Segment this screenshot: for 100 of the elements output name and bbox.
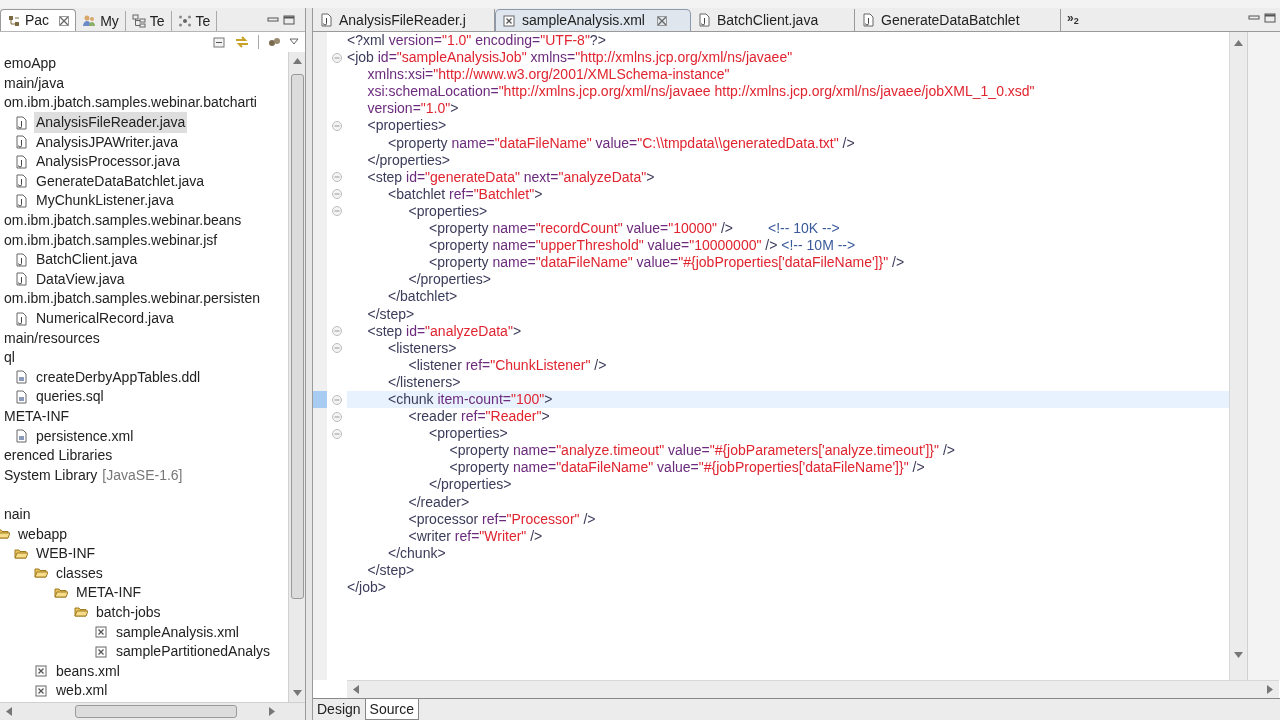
code-line: </properties> xyxy=(366,151,450,168)
code-line: <chunk item-count="100"> xyxy=(387,390,553,407)
code-line: <properties> xyxy=(428,425,508,442)
code-line: <property name="dataFileName" value="#{jobProperties['dataFileName']}" /> xyxy=(428,254,905,271)
tree-item[interactable]: beans.xml xyxy=(54,660,122,682)
minimize-icon[interactable] xyxy=(1248,13,1260,23)
tree-item[interactable]: classes xyxy=(54,562,105,584)
maximize-icon[interactable] xyxy=(283,15,295,25)
tree-item[interactable]: GenerateDataBatchlet.java xyxy=(34,170,207,192)
xml-file-icon xyxy=(94,644,108,659)
scroll-down-icon[interactable] xyxy=(292,690,302,696)
tree-item[interactable]: om.ibm.jbatch.samples.webinar.persisten xyxy=(2,288,262,310)
folder-icon xyxy=(74,605,88,620)
code-line: <step id="analyzeData"> xyxy=(366,322,522,339)
xml-file-icon xyxy=(94,625,108,639)
tree-item[interactable]: sampleAnalysis.xml xyxy=(114,621,241,643)
scroll-thumb[interactable] xyxy=(290,74,304,599)
tree-item[interactable]: META-INF xyxy=(2,406,72,427)
folder-icon xyxy=(14,546,28,561)
tree-item[interactable]: System Library xyxy=(2,464,100,486)
horizontal-scrollbar[interactable] xyxy=(347,680,1279,698)
scroll-thumb[interactable] xyxy=(75,705,237,718)
tree-item[interactable]: om.ibm.jbatch.samples.webinar.beans xyxy=(2,210,244,232)
code-line: <writer ref="Writer" /> xyxy=(407,527,543,544)
scroll-up-icon[interactable] xyxy=(292,58,302,64)
file-icon xyxy=(14,193,28,208)
scroll-down-icon[interactable] xyxy=(1234,652,1243,658)
editor-mode-tab[interactable]: Source xyxy=(364,699,419,720)
tree-item[interactable]: AnalysisProcessor.java xyxy=(34,151,182,173)
vertical-scrollbar[interactable] xyxy=(288,52,305,702)
vertical-scrollbar[interactable] xyxy=(1229,32,1247,680)
code-line: </reader> xyxy=(407,493,470,510)
editor-tab[interactable]: AnalysisFileReader.j xyxy=(313,9,495,31)
tree-item[interactable]: AnalysisFileReader.java xyxy=(34,112,188,134)
tree-item[interactable]: createDerbyAppTables.ddl xyxy=(34,366,203,388)
more-tabs-indicator[interactable]: »$_{2}$ xyxy=(1067,9,1079,27)
code-line: <processor ref="Processor" /> xyxy=(407,510,596,527)
tree-item[interactable]: batch-jobs xyxy=(94,601,163,623)
tree-item[interactable]: emoApp xyxy=(2,53,59,75)
tree-item[interactable]: main/resources xyxy=(2,327,102,349)
tree-item[interactable]: BatchClient.java xyxy=(34,249,140,271)
tree-item[interactable]: nain xyxy=(2,503,33,525)
tree-item[interactable]: NumericalRecord.java xyxy=(34,308,176,329)
scroll-right-icon[interactable] xyxy=(269,707,275,716)
close-icon[interactable] xyxy=(59,15,70,26)
code-line: </properties> xyxy=(407,271,491,288)
folder-icon xyxy=(34,566,48,581)
tree-item[interactable]: META-INF xyxy=(74,582,144,604)
view-tab[interactable]: Pac xyxy=(0,9,77,31)
code-line: </step> xyxy=(366,305,415,322)
code-line: xsi:schemaLocation="http://xmlns.jcp.org/xml/ns/javaee http://xmlns.jcp.org/xml/ns/javaee/jobXML_1_0.xsd" xyxy=(366,83,1035,100)
script-file-icon xyxy=(14,389,28,404)
editor-mode-tab[interactable]: Design xyxy=(313,699,365,720)
link-arrows-icon[interactable] xyxy=(234,35,250,49)
minimize-icon[interactable] xyxy=(267,15,279,25)
code-line: </job> xyxy=(347,579,386,595)
tree-item[interactable]: WEB-INF xyxy=(34,543,98,565)
code-line: <property name="upperThreshold" value="10000000" /> <!-- 10M --> xyxy=(428,237,856,254)
code-line: <reader ref="Reader"> xyxy=(407,408,550,425)
view-tab[interactable]: Te xyxy=(171,11,218,31)
tree-item[interactable]: persistence.xml xyxy=(34,425,136,447)
dropdown-icon[interactable] xyxy=(289,38,299,46)
tree-item[interactable]: samplePartitionedAnalys xyxy=(114,641,273,663)
xml-file-icon xyxy=(34,664,48,679)
code-line: <properties> xyxy=(407,202,488,219)
tree-item[interactable]: erenced Libraries xyxy=(2,445,115,467)
code-line: </listeners> xyxy=(387,373,461,390)
code-line: <listeners> xyxy=(387,339,457,356)
maximize-icon[interactable] xyxy=(1264,13,1276,23)
view-menu-icon[interactable] xyxy=(267,35,281,49)
tree-item[interactable]: webapp xyxy=(16,523,70,545)
horizontal-scrollbar[interactable] xyxy=(0,702,305,720)
tree-item[interactable]: om.ibm.jbatch.samples.webinar.batcharti xyxy=(2,92,259,114)
editor-tab[interactable]: sampleAnalysis.xml xyxy=(495,9,691,31)
scroll-right-icon[interactable] xyxy=(1267,685,1273,694)
tree-item[interactable]: MyChunkListener.java xyxy=(34,190,176,212)
editor-tab[interactable]: GenerateDataBatchlet xyxy=(855,9,1061,31)
script-file-icon xyxy=(14,370,28,385)
scroll-left-icon[interactable] xyxy=(353,685,359,694)
view-tab[interactable]: My xyxy=(76,11,126,31)
tree-item[interactable]: om.ibm.jbatch.samples.webinar.jsf xyxy=(2,229,220,251)
code-line: <step id="generateData" next="analyzeData"> xyxy=(366,168,655,185)
tree-item[interactable]: main/java xyxy=(2,72,66,94)
scroll-left-icon[interactable] xyxy=(6,707,12,716)
close-icon[interactable] xyxy=(656,15,667,26)
xml-file-icon xyxy=(34,683,48,698)
scroll-up-icon[interactable] xyxy=(1234,40,1243,46)
file-icon xyxy=(14,174,28,189)
tree-item[interactable]: queries.sql xyxy=(34,386,106,408)
view-tab[interactable]: Te xyxy=(125,11,172,31)
library-version: [JavaSE-1.6] xyxy=(102,465,183,485)
code-line: <property name="recordCount" value="10000" /> <!-- 10K --> xyxy=(428,220,840,237)
collapse-all-icon[interactable] xyxy=(212,35,226,49)
file-icon xyxy=(14,252,28,267)
tree-item[interactable]: AnalysisJPAWriter.java xyxy=(34,131,181,153)
tree-item[interactable]: DataView.java xyxy=(34,268,127,290)
tree-item[interactable]: ql xyxy=(2,347,17,369)
tree-item[interactable]: web.xml xyxy=(54,680,110,702)
editor-tab[interactable]: BatchClient.java xyxy=(691,9,855,31)
code-line: <property name="analyze.timeout" value="#{jobParameters['analyze.timeout']}" /> xyxy=(448,442,955,459)
